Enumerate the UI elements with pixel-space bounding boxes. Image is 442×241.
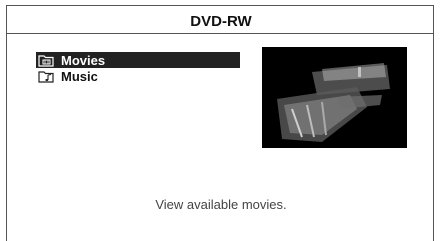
- title-divider: [7, 33, 433, 34]
- movie-preview-thumbnail: [262, 47, 407, 148]
- menu-item-label: Music: [61, 68, 98, 84]
- folder-film-icon: [38, 53, 54, 67]
- dvd-menu-window: DVD-RW Movies Music View available movie…: [6, 5, 434, 241]
- menu-item-movies[interactable]: Movies: [36, 52, 240, 68]
- page-title: DVD-RW: [190, 13, 252, 30]
- media-menu: Movies Music: [36, 52, 240, 84]
- menu-item-label: Movies: [61, 52, 106, 68]
- folder-music-icon: [38, 69, 54, 83]
- menu-item-music[interactable]: Music: [36, 68, 240, 84]
- menu-description: View available movies.: [155, 197, 287, 212]
